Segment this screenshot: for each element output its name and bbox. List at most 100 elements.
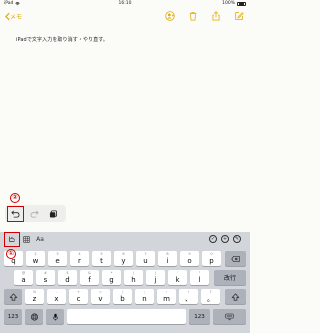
hide-keyboard-key[interactable] bbox=[213, 309, 246, 324]
globe-icon bbox=[30, 313, 38, 320]
table-button[interactable] bbox=[21, 234, 31, 244]
key-7[interactable]: 7u bbox=[136, 251, 155, 266]
key-10[interactable]: 0p bbox=[202, 251, 221, 266]
markup-icon: ✎ bbox=[233, 235, 241, 243]
battery-percent: 100% bbox=[222, 1, 235, 6]
key-hint: + bbox=[77, 290, 80, 294]
compose-button[interactable] bbox=[233, 10, 244, 21]
trash-button[interactable] bbox=[187, 10, 198, 21]
table-icon bbox=[22, 235, 30, 243]
share-button[interactable] bbox=[210, 10, 221, 21]
key-3[interactable]: + c bbox=[69, 289, 88, 304]
key-hint: = bbox=[99, 290, 102, 294]
annotation-marker-1: ① bbox=[6, 249, 16, 259]
key-9[interactable]: 9o bbox=[180, 251, 199, 266]
return-key[interactable]: 改行 bbox=[214, 270, 246, 285]
key-hint: @ bbox=[21, 271, 26, 275]
key-7[interactable]: :m bbox=[157, 289, 176, 304]
redo-icon bbox=[30, 210, 39, 218]
key-5[interactable]: 5t bbox=[92, 251, 111, 266]
key-label: u bbox=[143, 256, 148, 265]
dictation-key[interactable] bbox=[46, 309, 64, 324]
key-9[interactable]: ?。 bbox=[201, 289, 220, 304]
key-hint: 0 bbox=[210, 252, 213, 256]
key-6[interactable]: (h bbox=[124, 270, 143, 285]
key-hint: # bbox=[44, 271, 47, 275]
key-4[interactable]: = v bbox=[91, 289, 110, 304]
markup-button[interactable]: ✎ bbox=[232, 234, 242, 244]
keyboard: Aa ✓ + ✎ 1q2w3e4r5t6y7u8i9o0p @ a # s $ d & f * g… bbox=[0, 232, 250, 333]
checklist-icon: ✓ bbox=[209, 235, 217, 243]
key-hint: 8 bbox=[166, 252, 169, 256]
key-2[interactable]: # s bbox=[36, 270, 55, 285]
key-label: d bbox=[65, 275, 70, 284]
key-3[interactable]: 3e bbox=[48, 251, 67, 266]
key-label: l bbox=[198, 275, 201, 284]
nav-actions bbox=[164, 10, 244, 21]
key-label: m bbox=[163, 294, 170, 303]
key-4[interactable]: 4r bbox=[70, 251, 89, 266]
key-hint: 3 bbox=[56, 252, 59, 256]
compose-icon bbox=[234, 11, 244, 20]
key-1[interactable]: @ a bbox=[14, 270, 33, 285]
key-2[interactable]: 2w bbox=[26, 251, 45, 266]
key-label: h bbox=[131, 275, 136, 284]
key-5[interactable]: / b bbox=[113, 289, 132, 304]
backspace-key[interactable] bbox=[225, 251, 246, 266]
keyboard-toolbar: Aa ✓ + ✎ bbox=[0, 232, 250, 246]
note-body[interactable]: iPadで文字入力を取り消す・やり直す。 bbox=[16, 36, 108, 43]
key-hint: 6 bbox=[122, 252, 125, 256]
keyboard-hide-icon bbox=[225, 313, 234, 320]
status-right: 100% bbox=[222, 0, 246, 7]
key-hint: 2 bbox=[34, 252, 37, 256]
key-label: p bbox=[209, 256, 214, 265]
share-icon bbox=[212, 10, 219, 21]
key-hint: " bbox=[198, 271, 201, 275]
backspace-icon bbox=[231, 255, 240, 262]
key-hint: 4 bbox=[78, 252, 81, 256]
key-label: b bbox=[120, 294, 125, 303]
key-2[interactable]: -x bbox=[47, 289, 66, 304]
key-label: s bbox=[43, 275, 48, 284]
key-8[interactable]: ' k bbox=[168, 270, 187, 285]
key-label: 、 bbox=[185, 294, 192, 303]
key-7[interactable]: ) j bbox=[146, 270, 165, 285]
key-9[interactable]: " l bbox=[190, 270, 209, 285]
key-8[interactable]: !、 bbox=[179, 289, 198, 304]
shift-key-right[interactable] bbox=[225, 289, 246, 304]
key-6[interactable]: ; n bbox=[135, 289, 154, 304]
key-hint: ' bbox=[177, 271, 178, 275]
key-hint: 7 bbox=[144, 252, 147, 256]
key-label: y bbox=[121, 256, 126, 265]
key-hint: % bbox=[32, 290, 37, 294]
key-3[interactable]: $ d bbox=[58, 270, 77, 285]
numbers-key-left[interactable]: 123 bbox=[4, 309, 22, 324]
add-button[interactable]: + bbox=[220, 234, 230, 244]
format-button[interactable]: Aa bbox=[33, 234, 47, 244]
highlight-box-undo bbox=[7, 206, 24, 222]
key-6[interactable]: 6y bbox=[114, 251, 133, 266]
checklist-button[interactable]: ✓ bbox=[208, 234, 218, 244]
key-label: i bbox=[166, 256, 169, 265]
share-person-button[interactable] bbox=[164, 10, 175, 21]
key-label: a bbox=[21, 275, 26, 284]
key-4[interactable]: & f bbox=[80, 270, 99, 285]
key-label: k bbox=[175, 275, 180, 284]
back-button[interactable]: メモ bbox=[5, 10, 22, 22]
annotation-marker-2: ② bbox=[10, 193, 20, 203]
key-5[interactable]: * g bbox=[102, 270, 121, 285]
paste-button[interactable] bbox=[46, 207, 60, 220]
key-8[interactable]: 8i bbox=[158, 251, 177, 266]
shift-key-left[interactable] bbox=[4, 289, 22, 304]
numbers-key-right[interactable]: 123 bbox=[189, 309, 210, 324]
status-time: 16:10 bbox=[118, 1, 132, 6]
key-1[interactable]: % z bbox=[25, 289, 44, 304]
paste-icon bbox=[49, 209, 57, 218]
redo-button[interactable] bbox=[27, 207, 41, 220]
key-label: x bbox=[54, 294, 59, 303]
back-label: メモ bbox=[10, 13, 23, 21]
space-key[interactable] bbox=[67, 309, 186, 324]
globe-key[interactable] bbox=[25, 309, 43, 324]
key-label: z bbox=[32, 294, 37, 303]
navigation-bar: メモ bbox=[0, 8, 250, 24]
